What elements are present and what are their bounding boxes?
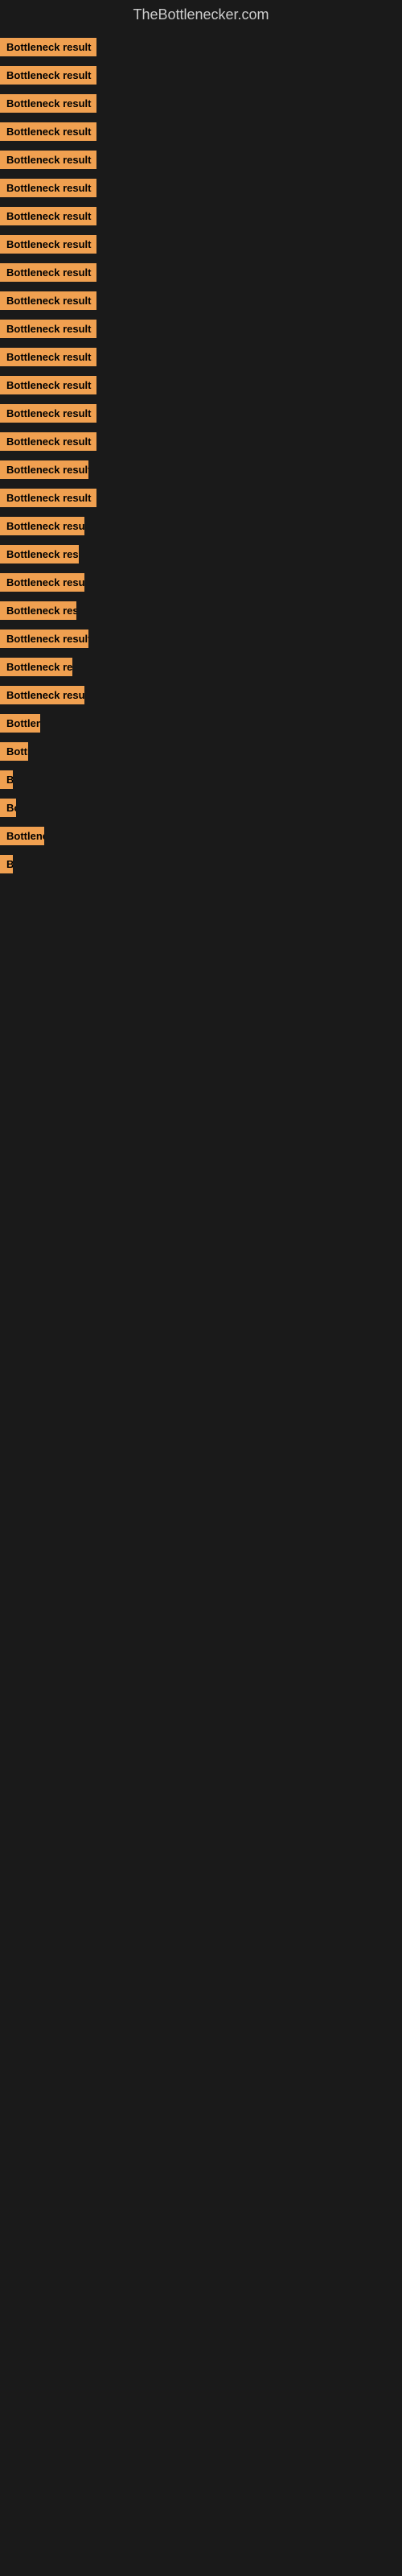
bottleneck-row: Bottleneck result xyxy=(0,427,402,456)
bottleneck-row: Bottleneck result xyxy=(0,287,402,315)
bottleneck-row: Bottleneck result xyxy=(0,343,402,371)
bottleneck-badge: Bottleneck result xyxy=(0,263,96,282)
bottleneck-badge: Bottleneck result xyxy=(0,348,96,366)
bottleneck-badge: Bottleneck result xyxy=(0,742,28,761)
bottleneck-badge: Bottleneck result xyxy=(0,376,96,394)
bottleneck-badge: Bottleneck result xyxy=(0,714,40,733)
bottleneck-row: Bottleneck result xyxy=(0,315,402,343)
site-title: TheBottlenecker.com xyxy=(0,0,402,33)
bottleneck-badge: Bottleneck result xyxy=(0,460,88,479)
bottleneck-badge: Bottleneck result xyxy=(0,320,96,338)
bottleneck-row: Bottleneck result xyxy=(0,456,402,484)
bottleneck-badge: Bottleneck result xyxy=(0,799,16,817)
bottleneck-row: Bottleneck result xyxy=(0,89,402,118)
bottleneck-row: Bottleneck result xyxy=(0,61,402,89)
bottleneck-row: Bottleneck result xyxy=(0,568,402,597)
bottleneck-row: Bottleneck result xyxy=(0,822,402,850)
bottleneck-row: Bottleneck result xyxy=(0,597,402,625)
bottleneck-badge: Bottleneck result xyxy=(0,122,96,141)
bottleneck-badge: Bottleneck result xyxy=(0,545,79,564)
bottleneck-badge: Bottleneck result xyxy=(0,432,96,451)
bottleneck-badge: Bottleneck result xyxy=(0,601,76,620)
bottleneck-row: Bottleneck result xyxy=(0,146,402,174)
bottleneck-row: Bottleneck result xyxy=(0,399,402,427)
bottleneck-row: Bottleneck result xyxy=(0,484,402,512)
bottleneck-row: Bottleneck result xyxy=(0,850,402,878)
bottleneck-row: Bottleneck result xyxy=(0,371,402,399)
bottleneck-row: Bottleneck result xyxy=(0,625,402,653)
bottleneck-badge: Bottleneck result xyxy=(0,517,84,535)
bottleneck-row: Bottleneck result xyxy=(0,653,402,681)
bottleneck-badge: Bottleneck result xyxy=(0,686,84,704)
bottleneck-row: Bottleneck result xyxy=(0,766,402,794)
bottleneck-row: Bottleneck result xyxy=(0,174,402,202)
bottleneck-badge: Bottleneck result xyxy=(0,630,88,648)
bottleneck-row: Bottleneck result xyxy=(0,258,402,287)
bottleneck-row: Bottleneck result xyxy=(0,540,402,568)
bottleneck-badge: Bottleneck result xyxy=(0,38,96,56)
bottleneck-row: Bottleneck result xyxy=(0,737,402,766)
bottleneck-row: Bottleneck result xyxy=(0,709,402,737)
bottleneck-badge: Bottleneck result xyxy=(0,658,72,676)
bottleneck-row: Bottleneck result xyxy=(0,118,402,146)
bottleneck-badge: Bottleneck result xyxy=(0,489,96,507)
bottleneck-row: Bottleneck result xyxy=(0,681,402,709)
bottleneck-row: Bottleneck result xyxy=(0,230,402,258)
bottleneck-row: Bottleneck result xyxy=(0,794,402,822)
bottleneck-badge: Bottleneck result xyxy=(0,855,13,873)
bottleneck-badge: Bottleneck result xyxy=(0,573,84,592)
bottleneck-badge: Bottleneck result xyxy=(0,207,96,225)
bottleneck-badge: Bottleneck result xyxy=(0,404,96,423)
bottleneck-row: Bottleneck result xyxy=(0,202,402,230)
bottleneck-badge: Bottleneck result xyxy=(0,770,13,789)
bottleneck-badge: Bottleneck result xyxy=(0,827,44,845)
bottleneck-badge: Bottleneck result xyxy=(0,291,96,310)
bottleneck-row: Bottleneck result xyxy=(0,512,402,540)
bottleneck-badge: Bottleneck result xyxy=(0,235,96,254)
bottleneck-badge: Bottleneck result xyxy=(0,66,96,85)
bottleneck-badge: Bottleneck result xyxy=(0,94,96,113)
bottleneck-row: Bottleneck result xyxy=(0,33,402,61)
bottleneck-badge: Bottleneck result xyxy=(0,179,96,197)
bottleneck-badge: Bottleneck result xyxy=(0,151,96,169)
